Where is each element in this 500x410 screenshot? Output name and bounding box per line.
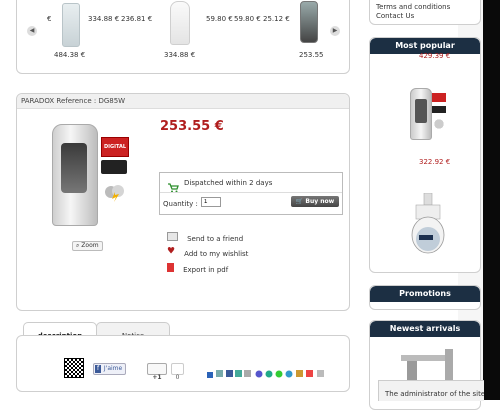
plusone-count: 0 (171, 363, 184, 381)
cart-icon (167, 178, 179, 193)
newest-arrivals-header: Newest arrivals (370, 321, 480, 337)
right-edge-strip (483, 0, 500, 400)
qr-code (64, 358, 84, 378)
newest-arrivals-title: Newest arrivals (389, 324, 461, 333)
carousel-price: 59.80 € (234, 15, 261, 23)
facebook-like-button[interactable]: f J'aime (93, 363, 126, 375)
export-pdf-link[interactable]: Export in pdf (167, 257, 228, 276)
popular-weather-icon (432, 118, 446, 130)
brand-badge-text: DIGITAL (103, 144, 127, 150)
tab-description[interactable]: description (23, 322, 97, 340)
cart-small-icon: 🛒 (295, 198, 304, 205)
quantity-input[interactable] (201, 197, 221, 207)
buy-box: Dispatched within 2 days Quantity : 🛒 Bu… (159, 172, 343, 215)
product-card: PARADOX Reference : DG85W DIGITAL ⌕ Zoom… (16, 93, 350, 311)
dispatch-text: Dispatched within 2 days (184, 179, 273, 187)
tab-notice[interactable]: Notice (96, 322, 170, 340)
facebook-icon: f (95, 365, 101, 373)
quantity-label: Quantity : (163, 200, 198, 208)
weather-icon (103, 182, 125, 202)
most-popular-card: Most popular 429.39 € 322.92 € (369, 37, 481, 273)
most-popular-title: Most popular (395, 41, 455, 50)
bookmark-icons (207, 364, 327, 378)
zoom-button[interactable]: ⌕ Zoom (72, 241, 103, 251)
carousel-product-image[interactable] (62, 3, 80, 47)
carousel-price: 236.81 € (121, 15, 153, 23)
heart-icon: ♥ (167, 246, 176, 257)
zoom-label: Zoom (81, 242, 99, 249)
ptz-camera-image[interactable] (410, 192, 446, 255)
buy-now-button[interactable]: 🛒 Buy now (291, 196, 339, 207)
popular-price: 322.92 € (419, 158, 451, 166)
carousel-price: 334.88 € (88, 15, 120, 23)
product-main-image[interactable] (52, 124, 98, 226)
carousel-product-image[interactable] (300, 1, 318, 43)
share-card: f J'aime +1 0 (16, 335, 350, 392)
popular-cert-logo (432, 106, 446, 113)
carousel-card: ◀ € 334.88 € 236.81 € 484.38 € 59.80 € 5… (16, 0, 350, 74)
product-price: 253.55 € (160, 119, 224, 134)
promotions-header: Promotions (370, 286, 480, 302)
carousel-product-image[interactable] (170, 1, 190, 45)
brand-badge: DIGITAL (101, 137, 129, 157)
envelope-icon (167, 232, 178, 241)
facebook-like-label: J'aime (103, 365, 123, 372)
plusone-button[interactable]: +1 (147, 363, 167, 381)
pdf-icon (167, 263, 174, 272)
sidebar-links-card: Terms and conditions Contact Us (369, 0, 481, 25)
popular-sensor-window (415, 99, 427, 123)
popular-product-image[interactable] (410, 88, 432, 140)
promotions-title: Promotions (399, 289, 451, 298)
sidebar-link-terms[interactable]: Terms and conditions (376, 3, 450, 11)
carousel-price: 253.55 (299, 51, 324, 59)
plusone-label: +1 (152, 374, 162, 381)
carousel-next-button[interactable]: ▶ (330, 26, 340, 36)
carousel-price: 59.80 € (206, 15, 233, 23)
popular-brand-badge (432, 93, 446, 102)
buy-now-label: Buy now (305, 198, 335, 205)
product-reference: PARADOX Reference : DG85W (21, 97, 126, 105)
carousel-price: 25.12 € (263, 15, 290, 23)
carousel-price: 334.88 € (164, 51, 196, 59)
plusone-count-value: 0 (175, 374, 180, 381)
euro-symbol: € (47, 15, 52, 23)
carousel-prev-button[interactable]: ◀ (27, 26, 37, 36)
export-pdf-label: Export in pdf (183, 266, 229, 274)
buy-box-divider (160, 192, 342, 193)
admin-notice-text: The administrator of the site is ou (385, 390, 484, 398)
sidebar-link-contact[interactable]: Contact Us (376, 12, 414, 20)
magnifier-icon: ⌕ (76, 242, 80, 249)
promotions-card: Promotions (369, 285, 481, 310)
sensor-window (61, 143, 87, 193)
certification-logo (101, 160, 127, 174)
admin-notice-bar: The administrator of the site is ou (378, 380, 484, 401)
popular-price-top: 429.39 € (419, 52, 451, 60)
carousel-price: 484.38 € (54, 51, 86, 59)
